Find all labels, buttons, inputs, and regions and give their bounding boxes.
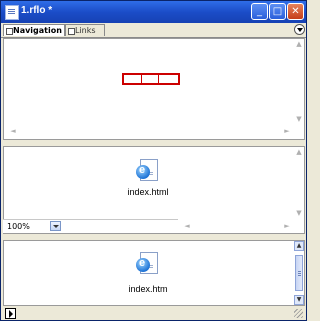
play-icon[interactable] [5,308,16,319]
links-tab-icon [68,28,75,35]
file-name-label[interactable]: index.htm [88,284,208,294]
panel-menu-button[interactable] [294,24,305,35]
html-file-icon[interactable] [136,159,158,183]
scroll-down-icon[interactable]: ▼ [294,209,304,217]
navigation-tab-icon [6,28,13,35]
html-file-icon[interactable] [136,252,158,276]
title-bar[interactable]: 1.rflo * _ □ ✕ [1,1,306,23]
scroll-left-icon[interactable]: ◄ [182,222,192,230]
zoom-control: 100% [3,219,178,233]
close-icon: ✕ [291,6,300,17]
scroll-right-icon[interactable]: ► [282,127,292,135]
status-bar [1,307,306,320]
scroll-down-icon[interactable]: ▼ [294,115,304,123]
minimize-button[interactable]: _ [251,3,268,20]
pane-splitter-top[interactable] [3,140,305,145]
maximize-icon: □ [272,6,283,17]
navigation-frame-thumbnail[interactable] [122,73,180,85]
scrollbar-thumb[interactable] [295,255,303,291]
maximize-button[interactable]: □ [269,3,286,20]
file-view-pane-secondary[interactable]: index.htm ▲ ▼ [3,240,305,306]
scroll-left-icon[interactable]: ◄ [8,127,18,135]
minimize-icon: _ [257,6,262,17]
tab-bar: Navigation Links [1,23,306,38]
zoom-value[interactable]: 100% [7,222,30,231]
overview-vertical-scrollbar[interactable]: ▲ ▼ [294,39,304,139]
scroll-down-button[interactable]: ▼ [294,295,304,305]
tab-links-label: Links [75,26,96,35]
tab-links[interactable]: Links [65,24,105,36]
file-name-label[interactable]: index.html [88,187,208,197]
tab-navigation-label: Navigation [13,26,62,35]
pane-splitter-bottom[interactable] [3,234,305,239]
window-title: 1.rflo * [21,5,53,16]
file-view-vertical-scrollbar[interactable]: ▲ ▼ [294,147,304,233]
scroll-up-icon[interactable]: ▲ [294,40,304,48]
close-button[interactable]: ✕ [287,3,304,20]
scroll-up-button[interactable]: ▲ [294,241,304,251]
document-icon [5,5,19,20]
navigation-overview-pane[interactable]: ▲ ▼ ◄ ► [3,38,305,140]
scroll-right-icon[interactable]: ► [282,222,292,230]
scroll-up-icon[interactable]: ▲ [294,148,304,156]
tab-navigation[interactable]: Navigation [3,24,65,36]
secondary-vertical-scrollbar[interactable]: ▲ ▼ [293,241,304,305]
zoom-dropdown-button[interactable] [50,221,61,231]
window: 1.rflo * _ □ ✕ Navigation Links ▲ ▼ ◄ ► [0,0,307,321]
resize-grip-icon[interactable] [294,309,303,318]
